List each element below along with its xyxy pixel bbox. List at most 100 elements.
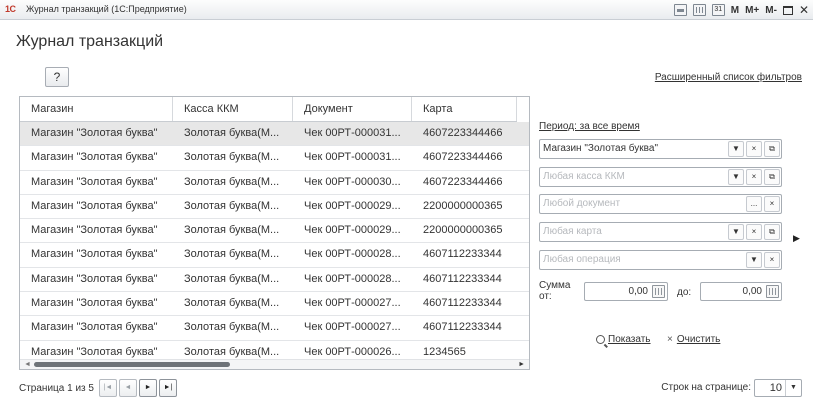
period-filter-link[interactable]: Период: за все время (539, 121, 640, 132)
next-page-button[interactable]: ► (138, 379, 157, 397)
pagination: Страница 1 из 5 |◄ ◄ ► ►| (19, 378, 179, 398)
cell-shop: Магазин "Золотая буква" (31, 224, 158, 237)
column-header-document[interactable]: Документ (293, 97, 412, 121)
rows-per-page-value: 10 (769, 382, 782, 394)
show-button-label[interactable]: Показать (608, 334, 651, 345)
table-row[interactable]: Магазин "Золотая буква" Золотая буква(М..… (20, 146, 529, 171)
cell-shop: Магазин "Золотая буква" (31, 248, 158, 261)
cell-kkm: Золотая буква(М... (184, 127, 280, 139)
column-header-kkm[interactable]: Касса ККМ (173, 97, 293, 121)
memory-m-button[interactable]: M (731, 5, 739, 16)
shop-filter-field[interactable]: Магазин "Золотая буква" ▼ × ⧉ (539, 139, 782, 159)
expand-panel-icon[interactable]: ▶ (793, 233, 800, 244)
open-icon[interactable]: ⧉ (764, 141, 780, 157)
chevron-down-icon[interactable]: ▼ (785, 380, 801, 396)
chevron-down-icon[interactable]: ▼ (728, 141, 744, 157)
cell-kkm: Золотая буква(М... (184, 248, 280, 261)
clear-icon[interactable]: × (746, 141, 762, 157)
cell-card: 2200000000365 (423, 199, 503, 212)
sum-label-line2: от: (539, 291, 552, 302)
last-page-button[interactable]: ►| (158, 379, 177, 397)
table-row[interactable]: Магазин "Золотая буква" Золотая буква(М..… (20, 243, 529, 268)
printer-icon[interactable] (673, 4, 687, 16)
memory-plus-button[interactable]: M+ (745, 5, 759, 16)
kkm-filter-placeholder: Любая касса ККМ (543, 171, 625, 182)
app-logo: 1С (5, 4, 16, 14)
open-icon[interactable]: ⧉ (764, 224, 780, 240)
sum-to-value: 0,00 (742, 286, 762, 297)
cell-shop: Магазин "Золотая буква" (31, 175, 158, 188)
cell-document: Чек 00РТ-000027... (304, 297, 401, 310)
calculator-icon[interactable] (652, 285, 665, 298)
kkm-filter-field[interactable]: Любая касса ККМ ▼ × ⧉ (539, 167, 782, 187)
scroll-left-icon[interactable]: ◄ (24, 361, 31, 368)
chevron-down-icon[interactable]: ▼ (728, 224, 744, 240)
scrollbar-thumb[interactable] (34, 362, 230, 367)
open-icon[interactable]: ⧉ (764, 169, 780, 185)
operation-filter-field[interactable]: Любая операция ▼ × (539, 250, 782, 270)
cell-card: 4607223344466 (423, 127, 503, 139)
cell-kkm: Золотая буква(М... (184, 199, 280, 212)
memory-minus-button[interactable]: M- (765, 5, 777, 16)
operation-filter-placeholder: Любая операция (543, 254, 621, 265)
cell-shop: Магазин "Золотая буква" (31, 127, 158, 139)
cell-kkm: Золотая буква(М... (184, 272, 280, 285)
page-indicator: Страница 1 из 5 (19, 382, 94, 394)
sum-from-field[interactable]: 0,00 (584, 282, 668, 301)
calculator-icon[interactable] (766, 285, 779, 298)
table-row[interactable]: Магазин "Золотая буква" Золотая буква(М..… (20, 171, 529, 195)
show-button[interactable]: Показать (596, 334, 651, 345)
cell-document: Чек 00РТ-000028... (304, 272, 401, 285)
window-controls: 31 M M+ M- ✕ (673, 2, 809, 18)
cell-kkm: Золотая буква(М... (184, 224, 280, 237)
table-row[interactable]: Магазин "Золотая буква" Золотая буква(М..… (20, 292, 529, 317)
cell-card: 4607223344466 (423, 151, 503, 164)
sum-to-field[interactable]: 0,00 (700, 282, 782, 301)
cell-card: 4607112233344 (423, 321, 502, 334)
cell-card: 4607112233344 (423, 272, 502, 285)
extended-filters-link[interactable]: Расширенный список фильтров (655, 72, 802, 83)
card-filter-field[interactable]: Любая карта ▼ × ⧉ (539, 222, 782, 242)
cell-document: Чек 00РТ-000029... (304, 199, 401, 212)
cell-kkm: Золотая буква(М... (184, 175, 280, 188)
select-icon[interactable]: ... (746, 196, 762, 212)
document-filter-field[interactable]: Любой документ ... × (539, 194, 782, 214)
prev-page-button[interactable]: ◄ (118, 379, 137, 397)
table-row[interactable]: Магазин "Золотая буква" Золотая буква(М..… (20, 195, 529, 220)
table-row[interactable]: Магазин "Золотая буква" Золотая буква(М..… (20, 122, 529, 147)
window-title: Журнал транзакций (1С:Предприятие) (26, 4, 187, 14)
column-header-card[interactable]: Карта (412, 97, 517, 121)
close-icon[interactable]: ✕ (799, 4, 809, 16)
chevron-down-icon[interactable]: ▼ (746, 252, 762, 268)
table-row[interactable]: Магазин "Золотая буква" Золотая буква(М..… (20, 219, 529, 244)
column-header-shop[interactable]: Магазин (20, 97, 173, 121)
calendar-icon[interactable]: 31 (711, 4, 725, 16)
cell-document: Чек 00РТ-000029... (304, 224, 401, 237)
help-button[interactable]: ? (45, 67, 69, 87)
cell-card: 4607112233344 (423, 297, 502, 310)
first-page-button[interactable]: |◄ (98, 379, 117, 397)
maximize-icon[interactable] (782, 5, 793, 15)
chevron-down-icon[interactable]: ▼ (728, 169, 744, 185)
clear-icon[interactable]: × (746, 224, 762, 240)
sum-from-value: 0,00 (628, 286, 648, 297)
rows-per-page-label: Строк на странице: (661, 382, 751, 393)
clear-icon[interactable]: × (764, 196, 780, 212)
clear-icon[interactable]: × (764, 252, 780, 268)
cell-card: 2200000000365 (423, 224, 503, 237)
table-row[interactable]: Магазин "Золотая буква" Золотая буква(М..… (20, 268, 529, 293)
card-filter-placeholder: Любая карта (543, 226, 602, 237)
rows-per-page-select[interactable]: 10 ▼ (754, 379, 802, 397)
clear-icon[interactable]: × (746, 169, 762, 185)
scroll-right-icon[interactable]: ► (518, 361, 525, 368)
table-body: Магазин "Золотая буква" Золотая буква(М..… (20, 122, 529, 365)
cell-shop: Магазин "Золотая буква" (31, 272, 158, 285)
table-row[interactable]: Магазин "Золотая буква" Золотая буква(М..… (20, 316, 529, 341)
table-header: Магазин Касса ККМ Документ Карта (20, 97, 517, 122)
clear-button[interactable]: × Очистить (667, 334, 720, 345)
transactions-table[interactable]: Магазин Касса ККМ Документ Карта Магазин… (19, 96, 530, 370)
document-filter-placeholder: Любой документ (543, 198, 621, 209)
calculator-icon[interactable] (692, 4, 706, 16)
horizontal-scrollbar[interactable]: ◄ ► (20, 359, 529, 369)
clear-button-label[interactable]: Очистить (677, 334, 721, 345)
